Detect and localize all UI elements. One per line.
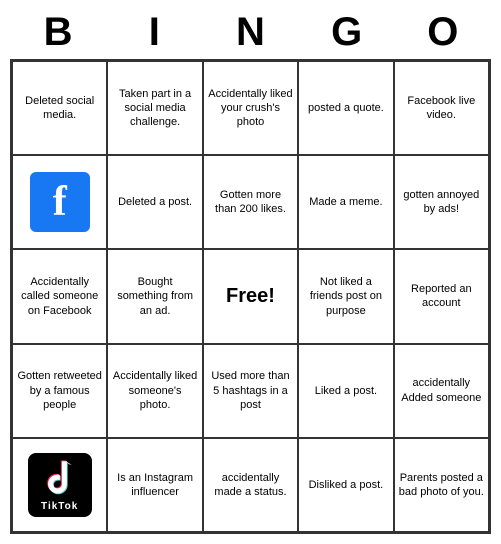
bingo-cell-r1c1[interactable]: Deleted a post.	[107, 155, 202, 249]
bingo-cell-r4c4[interactable]: Parents posted a bad photo of you.	[394, 438, 489, 532]
bingo-header: BINGO	[10, 10, 491, 55]
bingo-letter: O	[399, 10, 487, 55]
bingo-cell-r1c0[interactable]: f	[12, 155, 107, 249]
bingo-letter: I	[110, 10, 198, 55]
bingo-cell-r2c1[interactable]: Bought something from an ad.	[107, 249, 202, 343]
bingo-cell-r0c1[interactable]: Taken part in a social media challenge.	[107, 61, 202, 155]
bingo-cell-r2c0[interactable]: Accidentally called someone on Facebook	[12, 249, 107, 343]
bingo-letter: B	[14, 10, 102, 55]
bingo-cell-r4c1[interactable]: Is an Instagram influencer	[107, 438, 202, 532]
bingo-cell-r3c3[interactable]: Liked a post.	[298, 344, 393, 438]
bingo-cell-r1c3[interactable]: Made a meme.	[298, 155, 393, 249]
bingo-cell-r2c2[interactable]: Free!	[203, 249, 298, 343]
bingo-cell-r4c3[interactable]: Disliked a post.	[298, 438, 393, 532]
bingo-cell-r0c3[interactable]: posted a quote.	[298, 61, 393, 155]
bingo-letter: N	[206, 10, 294, 55]
bingo-cell-r0c0[interactable]: Deleted social media.	[12, 61, 107, 155]
bingo-cell-r0c4[interactable]: Facebook live video.	[394, 61, 489, 155]
bingo-cell-r3c4[interactable]: accidentally Added someone	[394, 344, 489, 438]
tiktok-logo-icon: TikTok	[28, 453, 92, 517]
bingo-letter: G	[303, 10, 391, 55]
bingo-cell-r3c0[interactable]: Gotten retweeted by a famous people	[12, 344, 107, 438]
bingo-cell-r3c1[interactable]: Accidentally liked someone's photo.	[107, 344, 202, 438]
bingo-cell-r4c2[interactable]: accidentally made a status.	[203, 438, 298, 532]
bingo-card: BINGO Deleted social media.Taken part in…	[0, 0, 501, 544]
facebook-logo-icon: f	[30, 172, 90, 232]
bingo-grid: Deleted social media.Taken part in a soc…	[10, 59, 491, 534]
bingo-cell-r2c4[interactable]: Reported an account	[394, 249, 489, 343]
bingo-cell-r0c2[interactable]: Accidentally liked your crush's photo	[203, 61, 298, 155]
bingo-cell-r4c0[interactable]: TikTok	[12, 438, 107, 532]
bingo-cell-r3c2[interactable]: Used more than 5 hashtags in a post	[203, 344, 298, 438]
bingo-cell-r2c3[interactable]: Not liked a friends post on purpose	[298, 249, 393, 343]
tiktok-label: TikTok	[41, 500, 78, 513]
bingo-cell-r1c2[interactable]: Gotten more than 200 likes.	[203, 155, 298, 249]
bingo-cell-r1c4[interactable]: gotten annoyed by ads!	[394, 155, 489, 249]
